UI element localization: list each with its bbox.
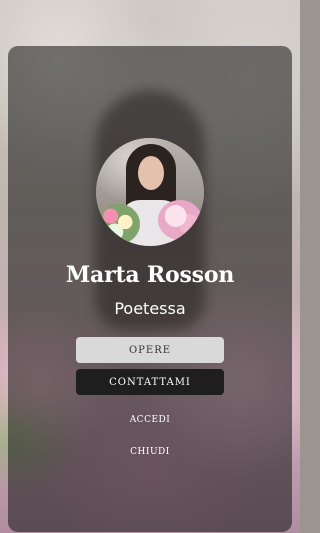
profile-name: Marta Rosson xyxy=(65,262,235,288)
profile-role: Poetessa xyxy=(114,299,186,318)
profile-card xyxy=(8,46,292,532)
contact-button[interactable]: CONTATTAMI xyxy=(76,369,224,395)
works-button[interactable]: OPERE xyxy=(76,337,224,363)
close-link[interactable]: CHIUDI xyxy=(0,447,300,457)
avatar xyxy=(96,138,204,246)
login-link[interactable]: ACCEDI xyxy=(0,415,300,425)
